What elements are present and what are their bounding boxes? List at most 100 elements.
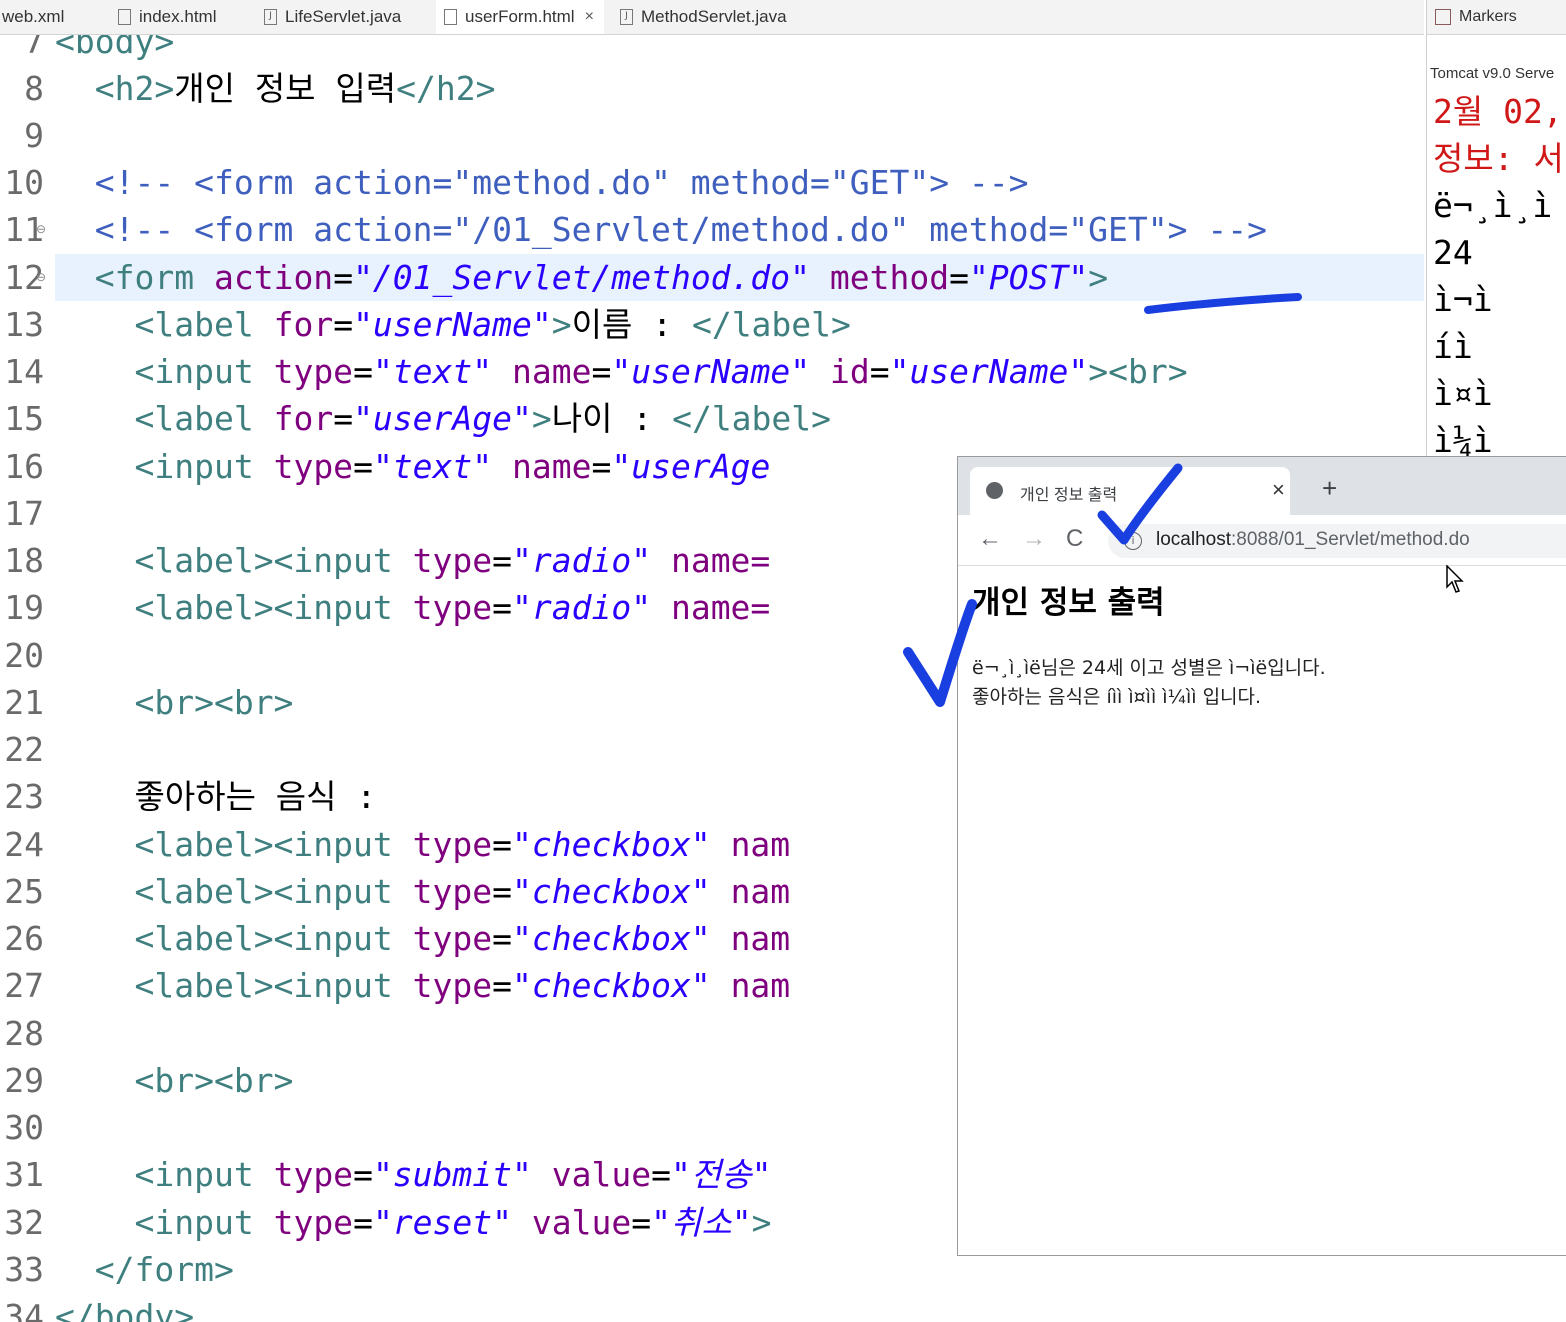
code-tag: </form> bbox=[94, 1250, 234, 1289]
code-attr: action bbox=[213, 258, 334, 297]
code-line: <label><input type="checkbox" nam bbox=[134, 825, 791, 864]
line-number: 13 bbox=[4, 305, 44, 344]
code-string: "/01_Servlet/method.do" bbox=[353, 258, 811, 297]
reload-icon[interactable]: C bbox=[1066, 525, 1083, 553]
close-icon[interactable]: × bbox=[585, 8, 594, 26]
editor-tab-bar: web.xml index.html J LifeServlet.java us… bbox=[0, 0, 1424, 35]
code-string: "checkbox" bbox=[512, 966, 711, 1005]
markers-icon bbox=[1435, 9, 1451, 25]
console-title: Tomcat v9.0 Serve bbox=[1430, 65, 1555, 82]
line-number: 23 bbox=[4, 777, 44, 816]
code-text: 나이 : bbox=[551, 399, 673, 438]
code-attr: nam bbox=[730, 966, 791, 1005]
line-number: 29 bbox=[4, 1061, 44, 1100]
tab-userform-html[interactable]: userForm.html × bbox=[436, 0, 604, 34]
forward-arrow-icon[interactable]: → bbox=[1022, 525, 1046, 553]
code-line: </form> bbox=[55, 1246, 234, 1293]
console-tab-bar: Markers bbox=[1427, 0, 1566, 35]
fold-marker-icon[interactable]: ⊖ bbox=[36, 270, 46, 284]
code-comment: <!-- <form action="method.do" method="GE… bbox=[94, 163, 1029, 202]
console-line: 2월 02, bbox=[1433, 92, 1563, 131]
code-tag: <h2> bbox=[94, 69, 175, 108]
code-attr: nam bbox=[730, 872, 791, 911]
line-number: 33 bbox=[4, 1250, 44, 1289]
code-line: <label><input type="checkbox" nam bbox=[134, 872, 791, 911]
code-attr: nam bbox=[730, 825, 791, 864]
page-heading: 개인 정보 출력 bbox=[972, 585, 1165, 621]
line-number: 7 bbox=[24, 35, 44, 61]
code-line: <label><input type="radio" name= bbox=[134, 588, 771, 627]
console-line: 24 bbox=[1433, 233, 1473, 272]
code-string: "checkbox" bbox=[512, 825, 711, 864]
code-string: "전송" bbox=[670, 1155, 772, 1194]
code-tag: <label><input bbox=[134, 919, 393, 958]
code-tag: <body> bbox=[55, 35, 175, 61]
code-string: "userAge bbox=[611, 447, 771, 486]
html-file-icon bbox=[444, 9, 457, 25]
console-panel: Markers Tomcat v9.0 Serve 2월 02, 정보: 서 ë… bbox=[1426, 0, 1566, 460]
line-number: 15 bbox=[4, 399, 44, 438]
tab-methodservlet-java[interactable]: J MethodServlet.java bbox=[620, 0, 787, 34]
code-tag: <label bbox=[134, 399, 254, 438]
code-tag: </body> bbox=[55, 1297, 195, 1322]
code-attr: value bbox=[531, 1203, 632, 1242]
url-host: localhost bbox=[1156, 529, 1231, 550]
tab-index-html[interactable]: index.html bbox=[118, 0, 216, 34]
console-line: ë¬¸ì¸ì bbox=[1433, 186, 1553, 225]
tab-web-xml[interactable]: web.xml bbox=[2, 0, 64, 34]
code-attr: type bbox=[273, 1203, 354, 1242]
line-number: 25 bbox=[4, 872, 44, 911]
code-tag: <br><br> bbox=[134, 683, 294, 722]
tab-label: MethodServlet.java bbox=[641, 7, 787, 26]
code-attr: name= bbox=[670, 588, 771, 627]
close-icon[interactable]: × bbox=[1272, 477, 1285, 503]
code-tag: </h2> bbox=[396, 69, 496, 108]
code-string: "POST" bbox=[969, 258, 1089, 297]
new-tab-button[interactable]: + bbox=[1322, 475, 1337, 501]
code-attr: type bbox=[273, 1155, 354, 1194]
line-number: 30 bbox=[4, 1108, 44, 1147]
code-attr: for bbox=[273, 399, 334, 438]
line-number: 8 bbox=[24, 69, 44, 108]
console-line: ì¬ì bbox=[1433, 280, 1493, 319]
code-line: <label for="userName">이름 : </label> bbox=[134, 305, 851, 344]
browser-tab-bar: 개인 정보 출력 × + bbox=[958, 457, 1566, 515]
back-arrow-icon[interactable]: ← bbox=[978, 525, 1002, 553]
code-text: 이름 : bbox=[571, 305, 692, 344]
code-line: <input type="text" name="userName" id="u… bbox=[134, 352, 1188, 391]
info-icon[interactable]: i bbox=[1124, 532, 1142, 550]
code-tag: </label> bbox=[691, 305, 851, 344]
url-text: localhost:8088/01_Servlet/method.do bbox=[1156, 529, 1470, 551]
code-string: "checkbox" bbox=[512, 919, 711, 958]
code-attr: method bbox=[829, 258, 950, 297]
line-number: 14 bbox=[4, 352, 44, 391]
tab-lifeservlet-java[interactable]: J LifeServlet.java bbox=[264, 0, 401, 34]
code-tag: > bbox=[1088, 258, 1109, 297]
code-tag: <input bbox=[134, 1203, 254, 1242]
code-tag: <br><br> bbox=[134, 1061, 294, 1100]
tab-markers[interactable]: Markers bbox=[1459, 8, 1517, 26]
fold-marker-icon[interactable]: ⊖ bbox=[36, 222, 46, 236]
code-tag: <label><input bbox=[134, 872, 393, 911]
code-string: "userName" bbox=[611, 352, 811, 391]
code-line: <label><input type="radio" name= bbox=[134, 541, 771, 580]
code-attr: name= bbox=[670, 541, 771, 580]
browser-tab-title: 개인 정보 출력 bbox=[1020, 487, 1118, 504]
code-string: "userName" bbox=[889, 352, 1089, 391]
code-attr: nam bbox=[730, 919, 791, 958]
code-tag: <label><input bbox=[134, 966, 393, 1005]
address-bar[interactable]: i localhost:8088/01_Servlet/method.do bbox=[1108, 524, 1566, 558]
code-tag: ><br> bbox=[1088, 352, 1188, 391]
code-string: "submit" bbox=[372, 1155, 532, 1194]
code-attr: type bbox=[412, 966, 493, 1005]
code-text: 개인 정보 입력 bbox=[174, 69, 397, 108]
code-comment: <!-- <form action="/01_Servlet/method.do… bbox=[94, 210, 1267, 249]
code-line: <body> bbox=[55, 35, 174, 65]
code-tag: <input bbox=[134, 447, 254, 486]
code-attr: type bbox=[273, 352, 354, 391]
browser-tab[interactable]: 개인 정보 출력 × bbox=[970, 467, 1290, 515]
console-line: íì bbox=[1433, 327, 1473, 366]
code-line: <label for="userAge">나이 : </label> bbox=[134, 399, 832, 438]
code-string: "text" bbox=[372, 352, 493, 391]
code-attr: name bbox=[512, 352, 592, 391]
